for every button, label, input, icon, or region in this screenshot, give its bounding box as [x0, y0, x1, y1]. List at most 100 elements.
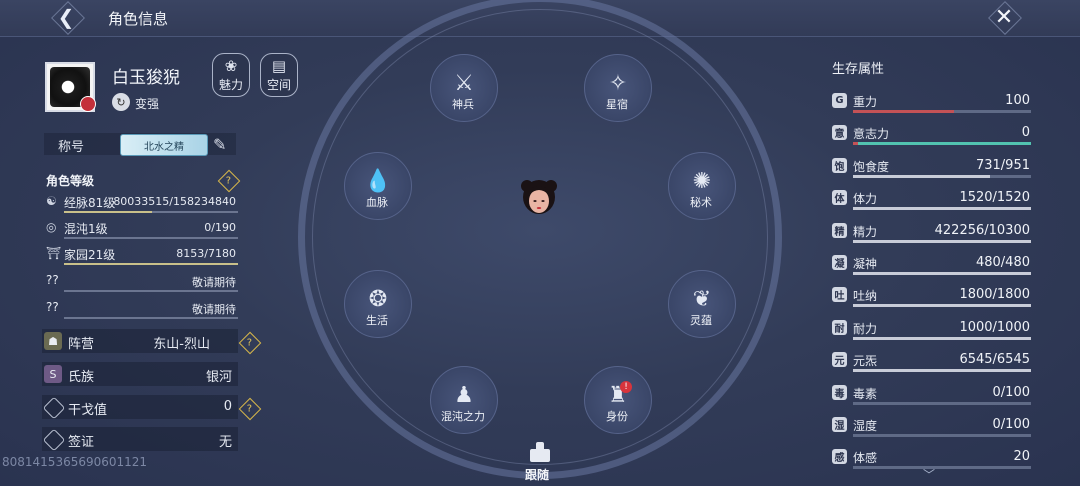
- node-label: 秘术: [690, 196, 712, 209]
- chaos-figure-icon: ♟: [454, 382, 474, 408]
- meridian-icon: ☯: [46, 194, 57, 208]
- follow-button-label[interactable]: 跟随: [525, 466, 549, 483]
- chevron-down-icon[interactable]: ﹀: [923, 466, 935, 483]
- visa-icon: [42, 428, 66, 452]
- stat-bar: [853, 336, 1031, 340]
- wheel-node-weapon[interactable]: ⚔ 神兵: [424, 54, 504, 134]
- identity-alert-badge: !: [620, 381, 632, 393]
- stat-row[interactable]: 元元炁 6545/6545: [832, 350, 1032, 380]
- stat-name: 精力: [853, 224, 878, 239]
- stat-icon: 精: [832, 222, 847, 238]
- stat-bar-fill: [853, 174, 991, 178]
- stat-row[interactable]: 耐耐力 1000/1000: [832, 318, 1032, 348]
- stat-bar: [853, 401, 1031, 405]
- secret-art-icon: ✺: [692, 168, 712, 194]
- stat-icon: 吐: [832, 287, 847, 303]
- level-progress-fill: [64, 211, 153, 213]
- wheel-node-spirit[interactable]: ❦ 灵蕴: [662, 270, 742, 350]
- stat-row[interactable]: 湿湿度 0/100: [832, 415, 1032, 445]
- rank-up-icon[interactable]: ↻: [112, 93, 130, 111]
- level-value: 敬请期待: [192, 303, 236, 316]
- stat-icon: 毒: [832, 384, 847, 400]
- stat-value: 100: [1005, 93, 1030, 108]
- stat-bar: [853, 272, 1031, 275]
- node-label: 神兵: [452, 98, 474, 111]
- stat-value: 6545/6545: [959, 352, 1030, 368]
- stat-row[interactable]: 凝凝神 480/480: [832, 253, 1032, 283]
- level-progress-fill: [64, 263, 238, 265]
- avatar-badge-icon: [80, 96, 96, 112]
- stat-value: 0/100: [992, 384, 1030, 400]
- clan-row[interactable]: S 氏族 银河: [42, 362, 238, 386]
- stat-name: 体力: [853, 192, 878, 207]
- stat-value: 20: [1013, 449, 1030, 465]
- back-button[interactable]: ❮: [52, 4, 80, 30]
- close-button[interactable]: ✕: [988, 2, 1020, 32]
- id-card-icon: ▤: [271, 56, 287, 75]
- space-button[interactable]: ▤ 空间: [260, 53, 298, 97]
- node-label: 灵蕴: [690, 314, 712, 327]
- wheel-node-constellation[interactable]: ✧ 星宿: [578, 54, 658, 134]
- stat-icon: 耐: [832, 319, 847, 335]
- page-title: 角色信息: [108, 10, 169, 28]
- level-row: ◎ 混沌1级 0/190: [46, 218, 238, 240]
- faction-help-icon[interactable]: ?: [238, 331, 262, 355]
- level-row: ☯ 经脉81级 80033515/158234840: [46, 192, 238, 214]
- stat-name: 意志力: [853, 127, 890, 142]
- level-name: 混沌1级: [64, 222, 108, 236]
- stat-row[interactable]: G 重力 100: [832, 91, 1032, 121]
- war-value-row[interactable]: 干戈值 0: [42, 395, 238, 420]
- blood-drop-icon: 💧: [364, 168, 392, 194]
- stat-bar: [853, 239, 1031, 243]
- character-portrait[interactable]: [518, 177, 560, 219]
- wheel-node-life[interactable]: ❂ 生活: [338, 270, 418, 350]
- wheel-node-bloodline[interactable]: 💧 血脉: [338, 152, 418, 232]
- stat-name: 饱食度: [853, 159, 890, 174]
- rank-up-label[interactable]: 变强: [135, 95, 159, 112]
- wheel-node-identity[interactable]: ♜ 身份: [578, 366, 658, 446]
- level-name: ??: [46, 273, 59, 287]
- stat-row[interactable]: 饱饱食度 731/951: [832, 156, 1032, 186]
- stat-row[interactable]: 意意志力 0: [832, 123, 1032, 153]
- level-progress-bar: [64, 263, 238, 265]
- faction-row[interactable]: ☗ 阵营 东山-烈山: [42, 329, 238, 353]
- stat-name: 元炁: [853, 354, 878, 369]
- brush-edit-icon[interactable]: ✎: [213, 135, 226, 154]
- stat-name: 体感: [853, 451, 878, 466]
- info-label: 阵营: [68, 337, 95, 352]
- stat-row[interactable]: 吐吐纳 1800/1800: [832, 285, 1032, 315]
- level-value: 80033515/158234840: [113, 195, 236, 208]
- follow-icon[interactable]: [528, 441, 552, 463]
- title-badge[interactable]: 北水之精: [120, 134, 208, 156]
- wheel-node-chaos-power[interactable]: ♟ 混沌之力: [424, 366, 504, 446]
- stat-row[interactable]: 体体力 1520/1520: [832, 188, 1032, 218]
- level-progress-bar: [64, 290, 238, 292]
- info-value: 东山-烈山: [153, 337, 210, 352]
- level-progress-bar: [64, 237, 238, 239]
- levels-help-icon[interactable]: ?: [217, 169, 241, 193]
- stat-value: 1000/1000: [959, 319, 1030, 335]
- stat-bar: [853, 142, 1031, 146]
- stat-row[interactable]: 毒毒素 0/100: [832, 383, 1032, 413]
- node-label: 混沌之力: [441, 410, 485, 423]
- stat-bar-fill: [853, 142, 859, 146]
- wheel-node-secret-art[interactable]: ✺ 秘术: [662, 152, 742, 232]
- weapon-icon: ⚔: [454, 70, 474, 96]
- player-uid: 8081415365690601121: [2, 455, 148, 469]
- war-value-help-icon[interactable]: ?: [238, 397, 262, 421]
- title-row-label: 称号: [58, 140, 85, 155]
- faction-icon: ☗: [44, 332, 62, 350]
- stat-bar: [853, 174, 1031, 178]
- stat-bar: [853, 304, 1031, 308]
- info-label: 氏族: [68, 370, 95, 385]
- node-label: 身份: [606, 410, 628, 423]
- stat-row[interactable]: 精精力 422256/10300: [832, 221, 1032, 251]
- stat-bar-fill: [853, 336, 1031, 340]
- chaos-swirl-icon: ◎: [46, 220, 57, 234]
- level-value: 0/190: [204, 221, 236, 234]
- stat-value: 422256/10300: [934, 222, 1030, 238]
- visa-row[interactable]: 签证 无: [42, 427, 238, 452]
- stat-name: 湿度: [853, 419, 878, 433]
- charm-button[interactable]: ❀ 魅力: [212, 53, 250, 97]
- home-gate-icon: ⛩: [46, 246, 62, 260]
